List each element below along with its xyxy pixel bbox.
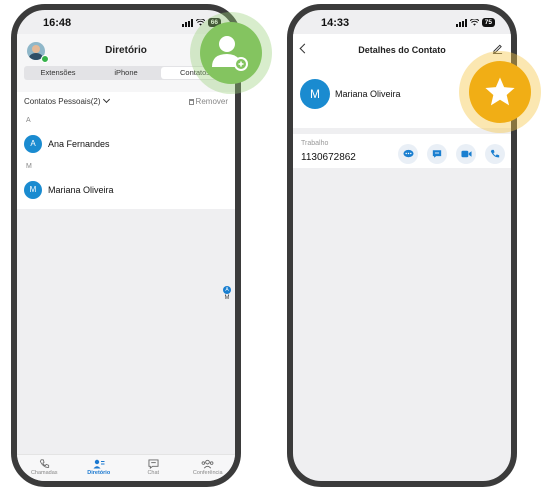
group-label: Contatos Pessoais(2) (24, 97, 101, 106)
trash-icon (188, 98, 194, 105)
chevron-down-icon (103, 95, 111, 104)
contact-avatar: M (24, 181, 42, 199)
contact-row-mariana[interactable]: M Mariana Oliveira (24, 181, 114, 199)
tab-label: Conferência (192, 470, 223, 476)
phone-icon (39, 459, 49, 468)
star-icon (485, 77, 515, 106)
message-button[interactable] (427, 144, 447, 164)
contact-row-ana[interactable]: A Ana Fernandes (24, 135, 110, 153)
contacts-list: Contatos Pessoais(2) Remover A A Ana Fer… (17, 92, 235, 209)
group-selector[interactable]: Contatos Pessoais(2) (24, 95, 111, 106)
tab-iphone[interactable]: iPhone (92, 66, 160, 80)
signal-icon (455, 18, 467, 27)
contact-name: Ana Fernandes (48, 139, 110, 149)
video-call-button[interactable] (456, 144, 476, 164)
index-letter-m[interactable]: M (225, 295, 230, 301)
tab-label: Chamadas (30, 470, 58, 476)
page-title: Detalhes do Contato (358, 45, 446, 55)
remove-button[interactable]: Remover (188, 97, 228, 106)
tab-chat[interactable]: Chat (126, 455, 181, 481)
directory-icon (93, 459, 105, 469)
wifi-icon (469, 19, 479, 26)
status-time: 14:33 (321, 17, 350, 29)
tab-diretorio[interactable]: Diretório (72, 455, 127, 481)
index-letter-a[interactable]: A (223, 286, 231, 294)
call-button[interactable] (485, 144, 505, 164)
chat-bubble-button[interactable] (398, 144, 418, 164)
add-person-icon (212, 36, 248, 71)
phone-number-card: Trabalho 1130672862 (293, 134, 511, 168)
message-icon (432, 150, 442, 158)
contact-name: Mariana Oliveira (335, 89, 401, 99)
add-contact-button[interactable] (200, 22, 262, 84)
status-bar: 14:33 75 (293, 10, 511, 36)
section-letter-m: M (26, 163, 32, 170)
battery-icon: 75 (481, 18, 495, 27)
phone-number: 1130672862 (301, 152, 356, 163)
tab-conferencia[interactable]: Conferência (181, 455, 236, 481)
tab-label: Diretório (87, 470, 111, 476)
chat-bubble-icon (402, 149, 414, 158)
tab-label: Chat (147, 470, 160, 476)
signal-icon (181, 18, 193, 27)
status-time: 16:48 (43, 17, 72, 29)
conference-icon (201, 459, 214, 469)
contact-name: Mariana Oliveira (48, 185, 114, 195)
contact-actions (398, 144, 505, 164)
tab-chamadas[interactable]: Chamadas (17, 455, 72, 481)
alphabet-index[interactable]: A M (223, 286, 231, 301)
favorite-highlight (459, 51, 541, 133)
video-camera-icon (460, 150, 472, 158)
add-contact-highlight (190, 12, 272, 94)
bottom-tab-bar: Chamadas Diretório Chat Conferência (17, 454, 235, 481)
contact-avatar: M (300, 79, 330, 109)
phone-type-label: Trabalho (301, 140, 329, 147)
presence-indicator (41, 55, 49, 63)
phone-icon (490, 149, 500, 158)
favorite-button[interactable] (469, 61, 531, 123)
remove-label: Remover (195, 97, 228, 106)
chat-icon (148, 459, 159, 469)
tab-extensoes[interactable]: Extensões (24, 66, 92, 80)
contact-avatar: A (24, 135, 42, 153)
section-letter-a: A (26, 117, 31, 124)
